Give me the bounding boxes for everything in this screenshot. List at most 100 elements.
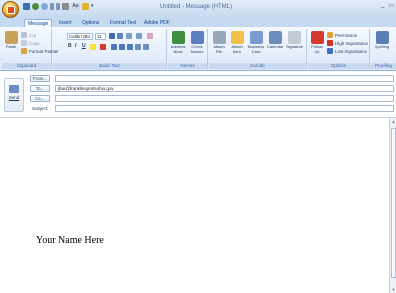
bold-button[interactable]: B	[68, 43, 72, 49]
customize-toolbar-icon[interactable]: ▾	[91, 3, 96, 10]
business-card-label: Business Card	[248, 44, 265, 54]
permission-label: Permission	[335, 32, 358, 38]
scroll-down-icon[interactable]: ▼	[391, 287, 396, 292]
business-card-button[interactable]: Business Card	[248, 31, 264, 54]
proofing-group: Spelling Proofing	[371, 29, 396, 69]
paste-button[interactable]: Paste	[3, 31, 19, 50]
attach-file-button[interactable]: Attach File	[211, 31, 227, 54]
basic-text-group: Calibri (Bo 11 B I U Basic Text	[53, 29, 167, 69]
spelling-check-icon	[375, 31, 389, 44]
bullets-icon	[126, 33, 132, 39]
check-names-label: Check Names	[190, 44, 204, 54]
calendar-button[interactable]: Calendar	[267, 31, 283, 50]
office-button[interactable]	[2, 1, 19, 18]
follow-up-label: Follow Up	[311, 44, 323, 54]
clear-formatting-button[interactable]	[147, 33, 153, 39]
attach-item-button[interactable]: Attach Item	[229, 31, 245, 54]
from-field[interactable]	[55, 75, 394, 82]
options-group-label: Options	[308, 63, 369, 69]
low-importance-label: Low Importance	[335, 48, 368, 54]
maximize-button[interactable]: ▭	[388, 2, 394, 9]
flag-icon	[310, 31, 324, 44]
numbering-icon	[136, 33, 142, 39]
scrollbar-thumb[interactable]	[391, 128, 396, 278]
to-button[interactable]: To...	[30, 85, 50, 92]
align-center-icon	[119, 44, 125, 50]
send-icon	[9, 85, 19, 93]
save-icon[interactable]	[23, 3, 30, 10]
shrink-font-button[interactable]	[117, 33, 123, 39]
tab-options[interactable]: Options	[79, 19, 102, 27]
calendar-label: Calendar	[267, 44, 284, 49]
address-book-button[interactable]: Address Book	[170, 31, 186, 54]
message-body[interactable]: Your Name Here	[0, 118, 389, 293]
envelope-icon	[230, 31, 244, 44]
align-left-icon	[111, 44, 117, 50]
font-name-dropdown[interactable]: Calibri (Bo	[67, 33, 93, 40]
high-importance-button[interactable]: High Importance	[327, 40, 368, 46]
undo-icon[interactable]	[32, 3, 39, 10]
previous-item-icon[interactable]	[50, 3, 54, 10]
numbering-button[interactable]	[136, 33, 142, 39]
next-item-icon[interactable]	[56, 3, 60, 10]
permission-button[interactable]: Permission	[327, 32, 357, 38]
send-button[interactable]: Send	[4, 78, 24, 112]
underline-button[interactable]: U	[82, 43, 86, 49]
options-group: Follow Up Permission High Importance Low…	[308, 29, 370, 69]
check-names-icon	[190, 31, 204, 44]
attach-file-label: Attach File	[213, 44, 225, 54]
subject-label: Subject:	[32, 106, 49, 111]
follow-up-button[interactable]: Follow Up	[309, 31, 325, 54]
grow-font-icon	[109, 33, 115, 39]
tab-insert[interactable]: Insert	[56, 19, 75, 27]
format-text-icon[interactable]: Aa	[71, 3, 80, 10]
to-field[interactable]: jfan@franklinsportsohio.gov	[55, 85, 394, 92]
cc-button[interactable]: Cc...	[30, 95, 50, 102]
copy-button[interactable]: Copy	[21, 40, 40, 46]
highlighter-icon	[90, 44, 96, 50]
attach-icon[interactable]	[62, 3, 69, 10]
low-importance-button[interactable]: Low Importance	[327, 48, 367, 54]
names-group-label: Names	[168, 63, 207, 69]
highlight-button[interactable]	[90, 44, 96, 50]
decrease-indent-button[interactable]	[135, 44, 141, 50]
scroll-up-icon[interactable]: ▲	[391, 119, 396, 124]
calendar-icon[interactable]	[82, 3, 89, 10]
low-importance-icon	[327, 48, 333, 54]
check-names-button[interactable]: Check Names	[189, 31, 205, 54]
align-center-button[interactable]	[119, 44, 125, 50]
spelling-button[interactable]: Spelling	[374, 31, 390, 50]
align-right-button[interactable]	[127, 44, 133, 50]
align-left-button[interactable]	[111, 44, 117, 50]
high-importance-label: High Importance	[335, 40, 369, 46]
send-label: Send	[8, 95, 20, 100]
minimize-button[interactable]: _	[381, 2, 384, 9]
cc-field[interactable]	[55, 95, 394, 102]
tab-adobe-pdf[interactable]: Adobe PDF	[141, 19, 173, 27]
italic-button[interactable]: I	[75, 43, 76, 49]
from-button[interactable]: From...	[30, 75, 50, 82]
font-size-dropdown[interactable]: 11	[95, 33, 106, 40]
bullets-button[interactable]	[126, 33, 132, 39]
signature-label: Signature	[286, 44, 304, 49]
ribbon: Paste Cut Copy Format Painter Clipboard …	[0, 27, 396, 71]
permission-icon	[327, 32, 333, 38]
signature-button[interactable]: Signature	[286, 31, 304, 50]
grow-font-button[interactable]	[109, 33, 115, 39]
office-logo-icon	[7, 6, 15, 14]
subject-field[interactable]	[55, 105, 394, 112]
tab-message[interactable]: Message	[24, 19, 53, 27]
align-right-icon	[127, 44, 133, 50]
tab-format-text[interactable]: Format Text	[107, 19, 139, 27]
increase-indent-button[interactable]	[143, 44, 149, 50]
include-group: Attach File Attach Item Business Card Ca…	[209, 29, 307, 69]
redo-icon[interactable]	[41, 3, 48, 10]
clear-formatting-icon	[147, 33, 153, 39]
quick-access-toolbar: Aa ▾	[23, 3, 96, 10]
vertical-scrollbar[interactable]: ▲ ▼	[389, 118, 396, 293]
message-header-form: Send From... To... jfan@franklinsportsoh…	[0, 72, 396, 118]
font-color-button[interactable]	[100, 44, 106, 50]
cut-button[interactable]: Cut	[21, 32, 36, 38]
increase-indent-icon	[143, 44, 149, 50]
names-group: Address Book Check Names Names	[168, 29, 208, 69]
